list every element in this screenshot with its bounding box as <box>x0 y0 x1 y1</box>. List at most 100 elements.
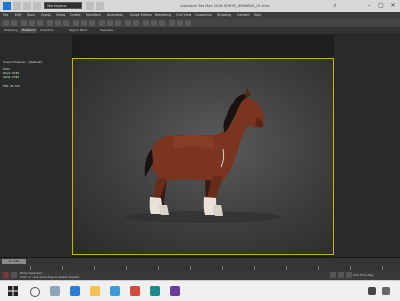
menu-item[interactable]: Content <box>237 12 250 19</box>
stats-verts: Verts: 5742 <box>3 75 43 79</box>
timeline-tick <box>222 266 223 270</box>
menu-item[interactable]: Rendering <box>155 12 171 19</box>
mirror-icon[interactable] <box>125 20 131 26</box>
bind-icon[interactable] <box>37 20 43 26</box>
maxscript-listener-icon[interactable] <box>3 272 9 278</box>
stat-label: Verts: <box>3 75 12 79</box>
undo-icon[interactable] <box>86 2 94 10</box>
timeline-tick <box>190 266 191 270</box>
horse-body-highlight <box>173 135 215 149</box>
menu-item[interactable]: Views <box>56 12 65 19</box>
workspace-select[interactable]: Workspace: Default <box>44 2 82 15</box>
open-file-icon[interactable] <box>23 2 31 10</box>
select-icon[interactable] <box>47 20 53 26</box>
percent-snap-icon[interactable] <box>115 20 121 26</box>
store-icon[interactable] <box>110 286 120 296</box>
maximize-button[interactable]: ▢ <box>376 1 386 10</box>
menu-item[interactable]: Graph Editors <box>130 12 152 19</box>
add-time-tag[interactable]: Add Time Tag <box>353 273 387 278</box>
horse-tail <box>144 149 153 177</box>
new-file-icon[interactable] <box>13 2 21 10</box>
windows-start-icon[interactable] <box>8 286 18 296</box>
render-icon[interactable] <box>185 20 191 26</box>
move-icon[interactable] <box>73 20 79 26</box>
command-panel <box>334 35 400 257</box>
save-file-icon[interactable] <box>33 2 41 10</box>
redo-tool-icon[interactable] <box>11 20 17 26</box>
menu-bar: File Edit Tools Group Views Create Modif… <box>0 12 400 19</box>
timeline-tick <box>350 266 351 270</box>
app-logo-icon[interactable] <box>3 2 11 10</box>
prev-frame-icon[interactable] <box>330 272 336 278</box>
next-frame-icon[interactable] <box>346 272 352 278</box>
unlink-icon[interactable] <box>29 20 35 26</box>
menu-item[interactable]: Create <box>70 12 81 19</box>
3dsmax-taskbar-icon[interactable] <box>150 286 160 296</box>
menu-item[interactable]: Group <box>41 12 51 19</box>
scene-explorer-title[interactable]: Scene Explorer - [Default] <box>3 60 63 65</box>
link-icon[interactable] <box>21 20 27 26</box>
search-icon[interactable]: ⌕ <box>330 1 340 10</box>
timeline-tick <box>254 266 255 270</box>
close-button[interactable]: ✕ <box>388 1 398 10</box>
material-editor-icon[interactable] <box>169 20 175 26</box>
render-setup-icon[interactable] <box>177 20 183 26</box>
tab-object-paint[interactable]: Object Paint <box>67 28 89 33</box>
select-by-name-icon[interactable] <box>55 20 61 26</box>
align-icon[interactable] <box>133 20 139 26</box>
curve-editor-icon[interactable] <box>151 20 157 26</box>
stat-value: 5742 <box>11 75 20 79</box>
edge-browser-icon[interactable] <box>70 286 80 296</box>
search-icon[interactable] <box>30 287 40 297</box>
layer-icon[interactable] <box>143 20 149 26</box>
snap-icon[interactable] <box>99 20 105 26</box>
title-bar: Workspace: Default Autodesk 3ds Max 2018… <box>0 0 400 15</box>
angle-snap-icon[interactable] <box>107 20 113 26</box>
menu-item[interactable]: Customize <box>195 12 212 19</box>
rotate-icon[interactable] <box>81 20 87 26</box>
menu-item[interactable]: File <box>3 12 8 19</box>
schematic-icon[interactable] <box>159 20 165 26</box>
timeline-tick <box>94 266 95 270</box>
stat-label: FPS: <box>3 84 10 88</box>
menu-item[interactable]: Animation <box>107 12 123 19</box>
timeline-tick <box>126 266 127 270</box>
perspective-viewport[interactable] <box>72 58 334 255</box>
redo-icon[interactable] <box>96 2 104 10</box>
menu-item[interactable]: Scripting <box>217 12 231 19</box>
chrome-icon[interactable] <box>130 286 140 296</box>
menu-item[interactable]: Help <box>254 12 261 19</box>
timeline-tick <box>62 266 63 270</box>
tab-populate[interactable]: Populate <box>98 28 115 33</box>
undo-tool-icon[interactable] <box>3 20 9 26</box>
menu-item[interactable]: Edit <box>15 12 21 19</box>
task-view-icon[interactable] <box>50 286 60 296</box>
horse-sock-front-far <box>213 205 223 216</box>
tab-freeform[interactable]: Freeform <box>20 28 38 33</box>
timeline[interactable]: 0 / 100 <box>0 257 400 272</box>
ribbon-tabs: Modeling Freeform Selection Object Paint… <box>0 27 400 35</box>
action-center-icon[interactable] <box>382 287 390 295</box>
stats-fps: FPS: 34.134 <box>3 84 43 88</box>
timeline-tick <box>318 266 319 270</box>
window-title: Autodesk 3ds Max 2018 HORSE_DRAWING_01.m… <box>180 4 270 8</box>
timeline-tick <box>30 266 31 270</box>
menu-item[interactable]: Modifiers <box>86 12 101 19</box>
file-explorer-icon[interactable] <box>90 286 100 296</box>
menu-item[interactable]: Tools <box>27 12 35 19</box>
time-slider[interactable]: 0 / 100 <box>2 259 26 264</box>
region-select-icon[interactable] <box>63 20 69 26</box>
script-mini-icon[interactable] <box>11 272 17 278</box>
horse-model <box>125 87 281 223</box>
tab-modeling[interactable]: Modeling <box>2 28 20 33</box>
timeline-tick <box>286 266 287 270</box>
tab-selection[interactable]: Selection <box>38 28 56 33</box>
timeline-tick <box>158 266 159 270</box>
menu-item[interactable]: Civil View <box>176 12 191 19</box>
minimize-button[interactable]: – <box>364 1 374 10</box>
os-taskbar <box>0 280 400 301</box>
play-icon[interactable] <box>338 272 344 278</box>
app-taskbar-icon[interactable] <box>170 286 180 296</box>
scale-icon[interactable] <box>89 20 95 26</box>
notification-icon[interactable] <box>368 287 376 295</box>
